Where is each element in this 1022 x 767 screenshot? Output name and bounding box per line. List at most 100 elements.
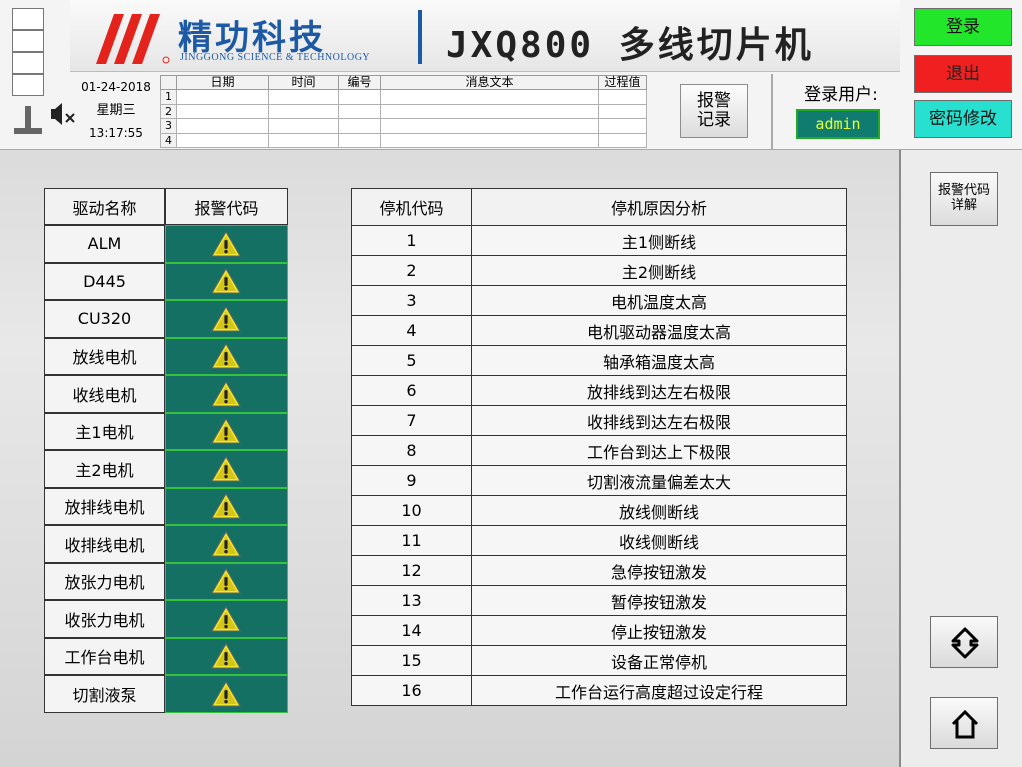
stop-code-header: 停机代码 [351, 188, 472, 226]
warning-triangle-icon [211, 343, 242, 369]
navigation-button[interactable] [930, 616, 998, 668]
stop-code: 10 [351, 495, 472, 526]
stop-code: 15 [351, 645, 472, 676]
alarm-status-cell[interactable] [164, 487, 288, 525]
alarm-status-cell[interactable] [164, 225, 288, 263]
alarm-status-cell[interactable] [164, 450, 288, 488]
signal-tower-icon [12, 8, 44, 136]
warning-triangle-icon [211, 305, 242, 332]
alarm-log-table[interactable]: 日期 时间 编号 消息文本 过程值 1 2 3 4 [160, 75, 647, 148]
drive-name: 切割液泵 [44, 675, 165, 713]
stop-reason-header: 停机原因分析 [471, 188, 847, 226]
stop-reason: 轴承箱温度太高 [471, 345, 847, 376]
alarm-status-cell[interactable] [164, 262, 288, 300]
stop-row: 15 设备正常停机 [351, 645, 847, 676]
alarm-status-cell[interactable] [164, 412, 288, 450]
log-row[interactable]: 2 [160, 103, 647, 119]
stop-row: 10 放线侧断线 [351, 495, 847, 526]
drive-name: 主1电机 [44, 412, 165, 450]
stop-code: 9 [351, 465, 472, 496]
stop-row: 12 急停按钮激发 [351, 555, 847, 586]
stop-reason: 停止按钮激发 [471, 615, 847, 646]
warning-triangle-icon [211, 680, 242, 707]
stop-code: 6 [351, 375, 472, 406]
warning-triangle-icon [211, 530, 242, 557]
stop-reason: 收排线到达左右极限 [471, 405, 847, 436]
stop-reason: 放线侧断线 [471, 495, 847, 526]
log-row-number: 2 [160, 103, 177, 119]
brand-banner: 精功科技 JINGGONG SCIENCE & TECHNOLOGY JXQ80… [70, 0, 900, 72]
alarm-status-cell[interactable] [164, 375, 288, 413]
company-logo-icon [96, 14, 170, 64]
alarm-status-cell[interactable] [164, 675, 288, 713]
stop-code-table: 停机代码 停机原因分析 1 主1侧断线 2 主2侧断线 3 电机温度太高 4 电机驱动器温度太… [351, 188, 847, 706]
drive-row: 工作台电机 [44, 637, 288, 675]
stop-reason: 主2侧断线 [471, 255, 847, 286]
warning-triangle-icon [211, 455, 242, 482]
stop-reason: 工作台运行高度超过设定行程 [471, 675, 847, 706]
alarm-record-button[interactable]: 报警记录 [680, 84, 748, 138]
log-row[interactable]: 3 [160, 118, 647, 134]
log-col-time: 时间 [268, 75, 339, 90]
change-password-button[interactable]: 密码修改 [914, 100, 1012, 138]
alarm-status-cell[interactable] [164, 562, 288, 600]
drive-name-header: 驱动名称 [44, 188, 165, 225]
alarm-status-cell[interactable] [164, 300, 288, 338]
company-name-en: JINGGONG SCIENCE & TECHNOLOGY [180, 52, 371, 63]
drive-row: 放张力电机 [44, 562, 288, 600]
stop-row: 11 收线侧断线 [351, 525, 847, 556]
log-row-number: 1 [160, 89, 177, 105]
right-nav-panel [899, 150, 1022, 767]
current-time: 13:17:55 [89, 126, 143, 140]
drive-name: 放排线电机 [44, 487, 165, 525]
log-row[interactable]: 1 [160, 89, 647, 105]
datetime-panel: 01-24-2018 星期三 13:17:55 [78, 76, 154, 146]
machine-title: JXQ800 多线切片机 [446, 25, 814, 66]
stop-code: 16 [351, 675, 472, 706]
speaker-muted-icon[interactable] [50, 102, 78, 126]
move-arrows-icon [951, 627, 979, 659]
drive-row: CU320 [44, 300, 288, 338]
log-col-date: 日期 [176, 75, 269, 90]
drive-name: D445 [44, 262, 165, 300]
alarm-status-cell[interactable] [164, 525, 288, 563]
stop-row: 16 工作台运行高度超过设定行程 [351, 675, 847, 706]
stop-row: 1 主1侧断线 [351, 225, 847, 256]
exit-button[interactable]: 退出 [914, 55, 1012, 93]
stop-code: 8 [351, 435, 472, 466]
stop-code: 11 [351, 525, 472, 556]
alarm-status-cell[interactable] [164, 337, 288, 375]
login-user-name: admin [796, 109, 880, 139]
log-row-number: 3 [160, 118, 177, 134]
login-button[interactable]: 登录 [914, 8, 1012, 46]
stop-reason: 切割液流量偏差太大 [471, 465, 847, 496]
stop-row: 9 切割液流量偏差太大 [351, 465, 847, 496]
stop-code: 12 [351, 555, 472, 586]
drive-name: CU320 [44, 300, 165, 338]
drive-row: 放排线电机 [44, 487, 288, 525]
warning-triangle-icon [211, 643, 242, 669]
stop-row: 2 主2侧断线 [351, 255, 847, 286]
drive-name: 放张力电机 [44, 562, 165, 600]
stop-reason: 暂停按钮激发 [471, 585, 847, 616]
warning-triangle-icon [211, 418, 242, 444]
current-weekday: 星期三 [96, 103, 136, 118]
stop-reason: 工作台到达上下极限 [471, 435, 847, 466]
drive-name: 工作台电机 [44, 637, 165, 675]
drive-row: 放线电机 [44, 337, 288, 375]
home-button[interactable] [930, 697, 998, 749]
stop-reason: 设备正常停机 [471, 645, 847, 676]
alarm-status-cell[interactable] [164, 600, 288, 638]
log-col-value: 过程值 [598, 75, 647, 90]
drive-name: 收排线电机 [44, 525, 165, 563]
alarm-code-detail-button[interactable]: 报警代码详解 [930, 172, 998, 226]
warning-triangle-icon [211, 380, 242, 407]
stop-reason: 急停按钮激发 [471, 555, 847, 586]
drive-row: 收张力电机 [44, 600, 288, 638]
stop-code: 13 [351, 585, 472, 616]
alarm-status-cell[interactable] [164, 637, 288, 675]
stop-code: 2 [351, 255, 472, 286]
stop-reason: 电机驱动器温度太高 [471, 315, 847, 346]
log-row[interactable]: 4 [160, 132, 647, 148]
stop-row: 7 收排线到达左右极限 [351, 405, 847, 436]
